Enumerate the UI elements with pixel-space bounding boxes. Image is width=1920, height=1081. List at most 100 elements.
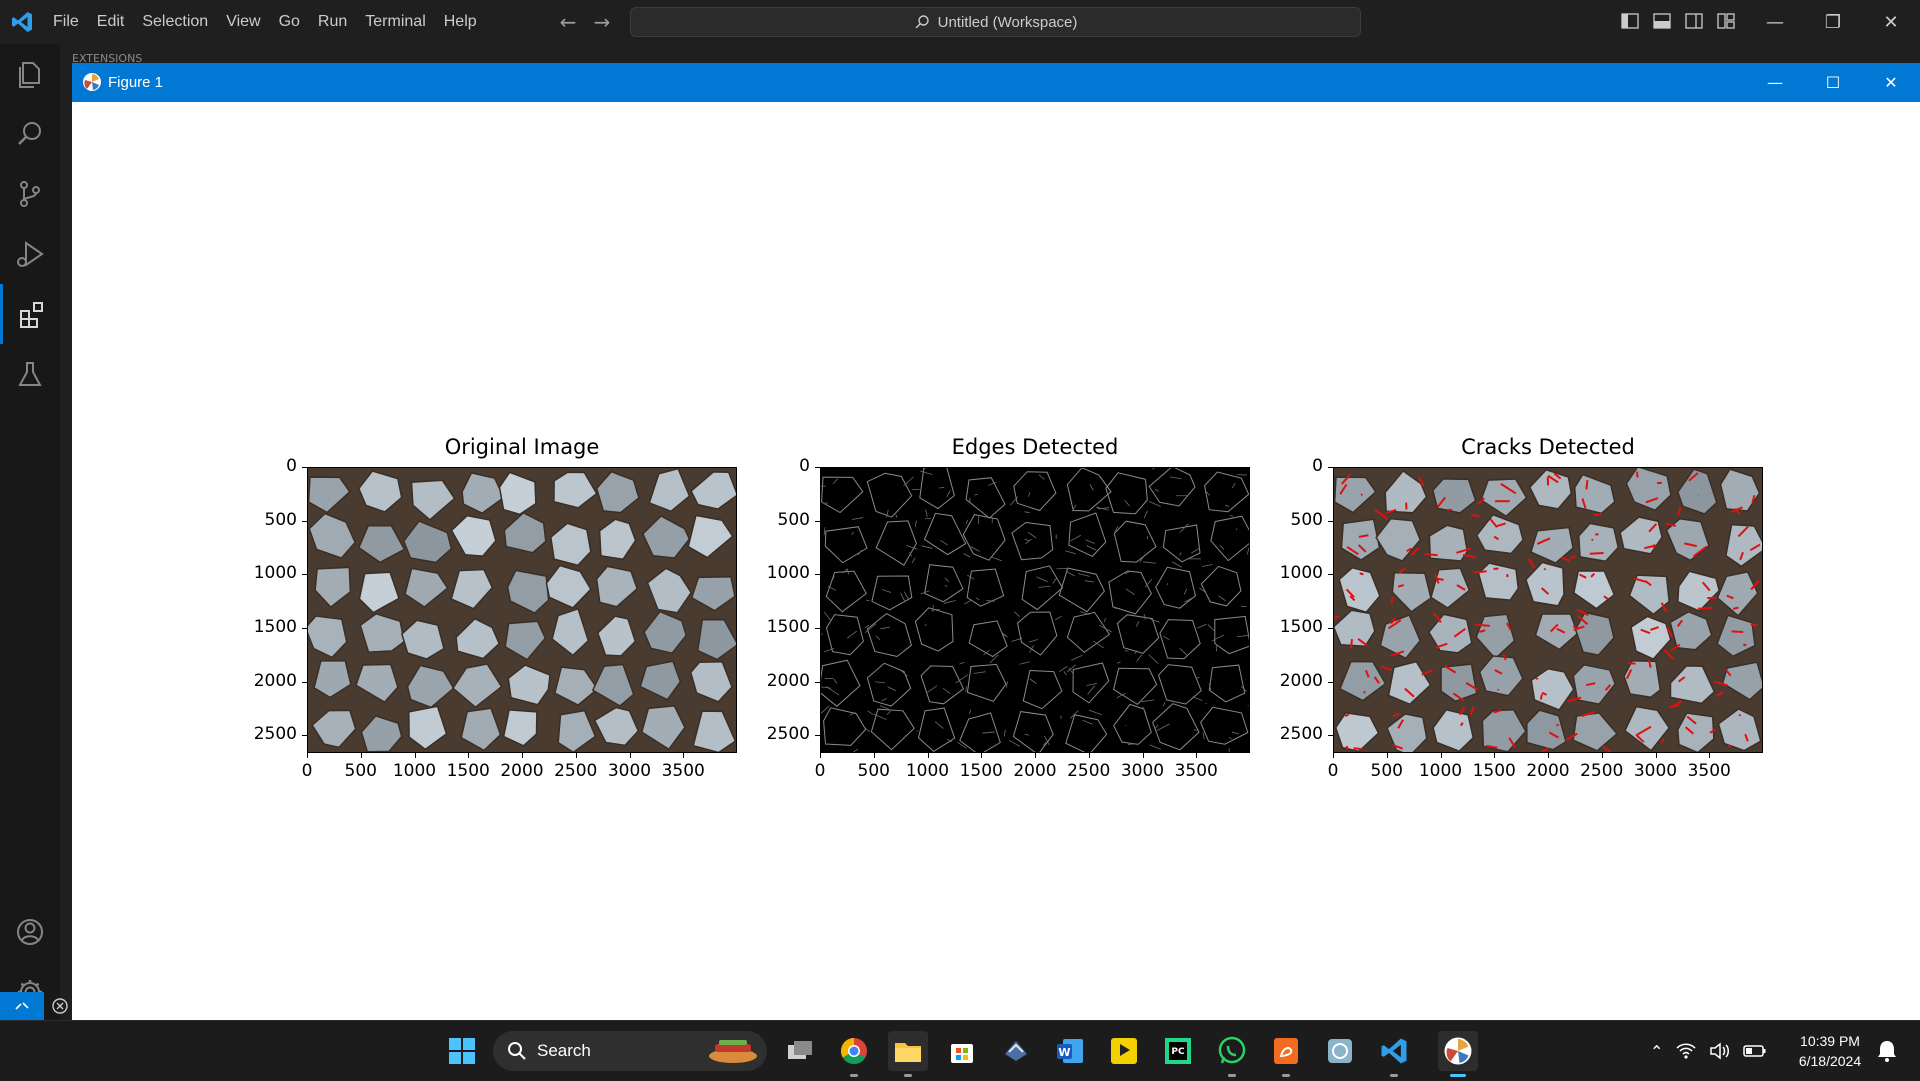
menu-help[interactable]: Help xyxy=(435,0,486,44)
x-tick-label: 3500 xyxy=(1166,761,1226,781)
word-icon[interactable]: W xyxy=(1050,1031,1090,1071)
x-tick-mark xyxy=(1441,753,1442,758)
activity-bar xyxy=(0,44,60,1020)
y-tick-mark xyxy=(815,735,820,736)
pdf-icon[interactable] xyxy=(1266,1031,1306,1071)
vscode-logo-icon[interactable] xyxy=(10,10,34,34)
subplot-image-cracks xyxy=(1333,467,1763,753)
run-debug-icon[interactable] xyxy=(0,224,60,284)
chrome-icon[interactable] xyxy=(834,1031,874,1071)
menu-run[interactable]: Run xyxy=(309,0,356,44)
customize-layout-icon[interactable] xyxy=(1716,11,1736,31)
menu-file[interactable]: File xyxy=(44,0,88,44)
wifi-icon[interactable] xyxy=(1675,1042,1697,1060)
svg-text:W: W xyxy=(1058,1046,1070,1059)
toggle-secondary-sidebar-icon[interactable] xyxy=(1684,11,1704,31)
x-tick-label: 3000 xyxy=(1626,761,1686,781)
y-tick-label: 500 xyxy=(237,510,297,530)
store-icon[interactable] xyxy=(942,1031,982,1071)
x-tick-mark xyxy=(820,753,821,758)
figure-close-icon[interactable]: ✕ xyxy=(1862,63,1920,102)
player-icon[interactable] xyxy=(1104,1031,1144,1071)
volume-icon[interactable] xyxy=(1709,1042,1731,1060)
vscode-icon[interactable] xyxy=(1374,1031,1414,1071)
x-tick-mark xyxy=(1494,753,1495,758)
x-tick-mark xyxy=(928,753,929,758)
y-tick-label: 2500 xyxy=(1263,724,1323,744)
y-tick-mark xyxy=(302,628,307,629)
layout-controls xyxy=(1620,11,1736,31)
y-tick-mark xyxy=(815,574,820,575)
command-center[interactable]: Untitled (Workspace) xyxy=(630,7,1361,37)
taskbar-search[interactable]: Search xyxy=(493,1031,767,1071)
battery-icon[interactable] xyxy=(1743,1043,1767,1059)
problems-status-icon[interactable] xyxy=(50,996,70,1016)
x-tick-label: 2500 xyxy=(1059,761,1119,781)
taskbar-clock[interactable]: 10:39 PM 6/18/2024 xyxy=(1790,1031,1870,1071)
x-tick-mark xyxy=(1602,753,1603,758)
x-tick-label: 1000 xyxy=(385,761,445,781)
python-figure-icon[interactable] xyxy=(1438,1031,1478,1071)
x-tick-label: 1000 xyxy=(898,761,958,781)
figure-minimize-icon[interactable]: — xyxy=(1746,63,1804,102)
menu-selection[interactable]: Selection xyxy=(133,0,217,44)
toggle-primary-sidebar-icon[interactable] xyxy=(1620,11,1640,31)
search-view-icon[interactable] xyxy=(0,104,60,164)
menu-view[interactable]: View xyxy=(217,0,269,44)
y-tick-label: 500 xyxy=(1263,510,1323,530)
x-tick-mark xyxy=(981,753,982,758)
subplot-image-edges xyxy=(820,467,1250,753)
y-tick-mark xyxy=(815,467,820,468)
y-tick-mark xyxy=(302,574,307,575)
restore-icon[interactable]: ❐ xyxy=(1804,0,1862,44)
y-tick-label: 1000 xyxy=(1263,563,1323,583)
windows-taskbar: Search W PC ⌃ 10:39 PM 6/18/2024 xyxy=(0,1020,1920,1080)
remote-indicator-icon[interactable] xyxy=(0,992,44,1020)
x-tick-mark xyxy=(630,753,631,758)
y-tick-label: 1500 xyxy=(750,617,810,637)
notifications-icon[interactable] xyxy=(1876,1039,1898,1063)
y-tick-label: 1500 xyxy=(237,617,297,637)
whatsapp-icon[interactable] xyxy=(1212,1031,1252,1071)
system-tray: ⌃ xyxy=(1650,1021,1767,1081)
x-tick-label: 2000 xyxy=(492,761,552,781)
search-icon xyxy=(914,14,930,30)
y-tick-mark xyxy=(1328,735,1333,736)
back-arrow-icon[interactable]: ← xyxy=(556,10,580,34)
extensions-icon[interactable] xyxy=(0,284,60,344)
y-tick-mark xyxy=(815,682,820,683)
x-tick-mark xyxy=(361,753,362,758)
pycharm-icon[interactable]: PC xyxy=(1158,1031,1198,1071)
menu-edit[interactable]: Edit xyxy=(88,0,134,44)
show-hidden-icons-chevron-icon[interactable]: ⌃ xyxy=(1650,1042,1663,1061)
x-tick-mark xyxy=(1089,753,1090,758)
explorer-icon[interactable] xyxy=(0,44,60,104)
minimize-icon[interactable]: — xyxy=(1746,0,1804,44)
close-icon[interactable]: ✕ xyxy=(1862,0,1920,44)
y-tick-label: 0 xyxy=(750,456,810,476)
start-icon[interactable] xyxy=(442,1031,482,1071)
x-tick-label: 3000 xyxy=(1113,761,1173,781)
file-explorer-icon[interactable] xyxy=(888,1031,928,1071)
menu-go[interactable]: Go xyxy=(270,0,309,44)
source-control-icon[interactable] xyxy=(0,164,60,224)
x-tick-mark xyxy=(1143,753,1144,758)
accounts-icon[interactable] xyxy=(0,902,60,962)
menu-terminal[interactable]: Terminal xyxy=(356,0,434,44)
toggle-panel-icon[interactable] xyxy=(1652,11,1672,31)
y-tick-mark xyxy=(1328,628,1333,629)
clock-time: 10:39 PM xyxy=(1790,1031,1870,1051)
testing-icon[interactable] xyxy=(0,344,60,404)
subplot-image-original xyxy=(307,467,737,753)
x-tick-mark xyxy=(1709,753,1710,758)
x-tick-label: 2500 xyxy=(546,761,606,781)
y-tick-label: 2500 xyxy=(237,724,297,744)
x-tick-mark xyxy=(1548,753,1549,758)
task-view-icon[interactable] xyxy=(780,1031,820,1071)
figure-titlebar: Figure 1 — ☐ ✕ xyxy=(72,63,1920,102)
app-icon[interactable] xyxy=(996,1031,1036,1071)
figure-maximize-icon[interactable]: ☐ xyxy=(1804,63,1862,102)
app2-icon[interactable] xyxy=(1320,1031,1360,1071)
forward-arrow-icon[interactable]: → xyxy=(590,10,614,34)
subplot-title: Edges Detected xyxy=(820,435,1250,459)
